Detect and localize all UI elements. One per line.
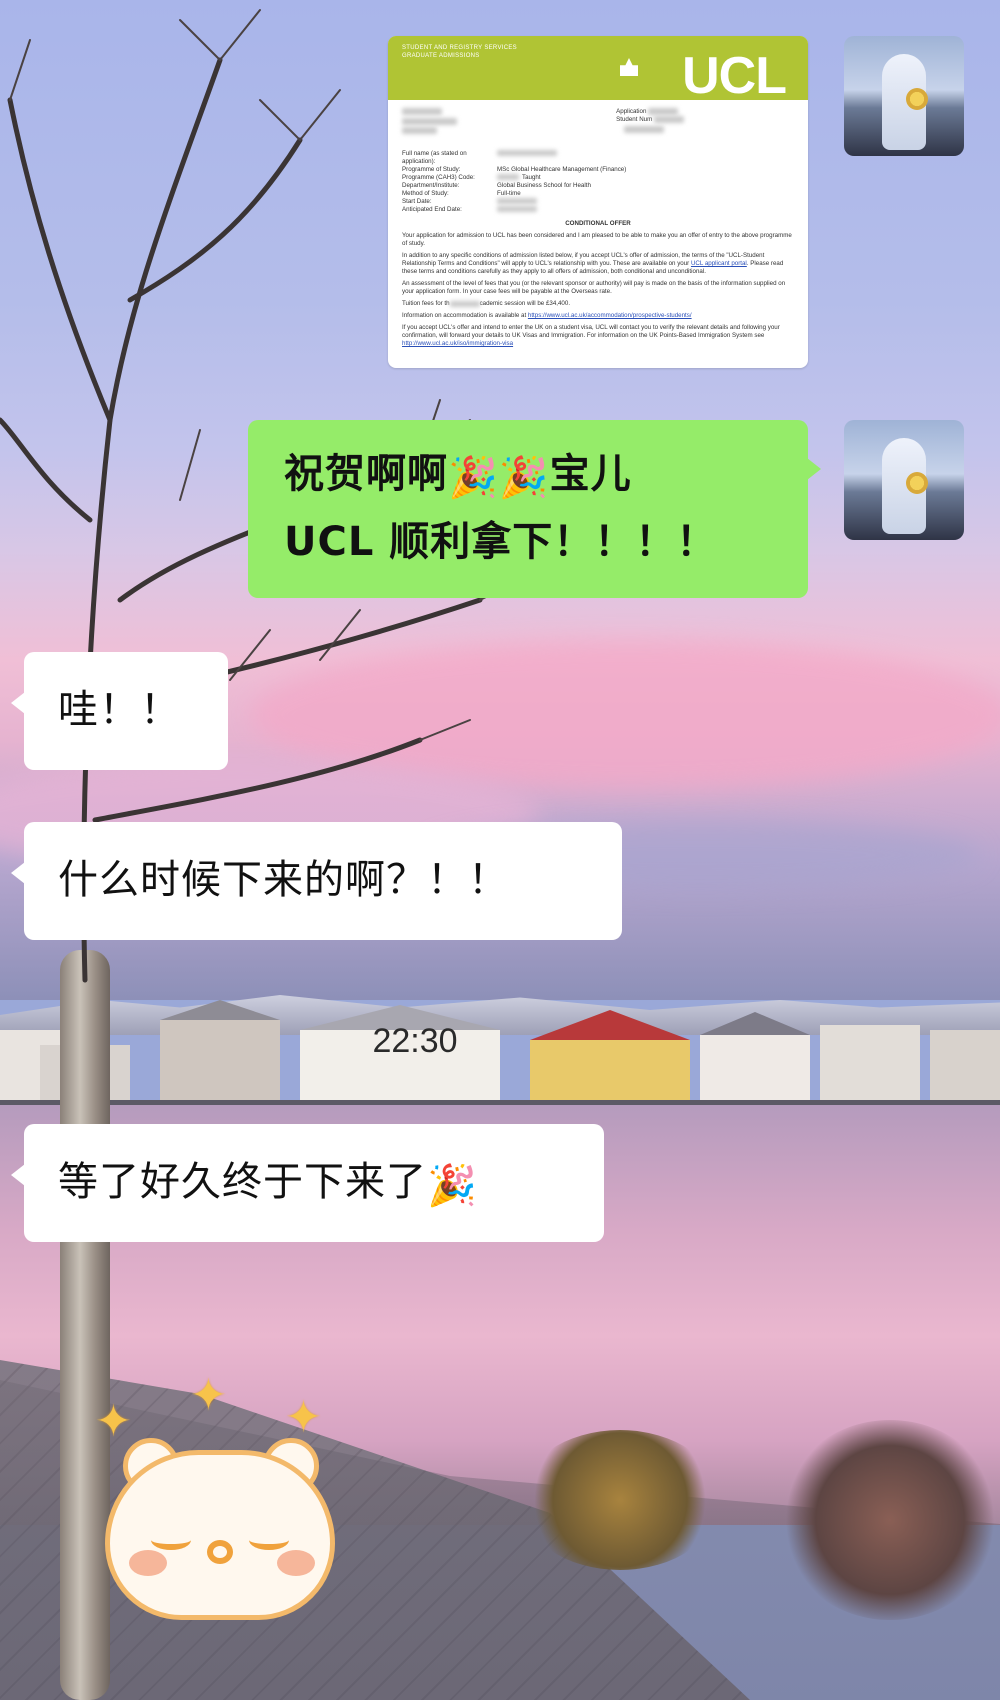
ucl-logo: UCL: [682, 47, 787, 105]
bear-face: [105, 1450, 335, 1620]
offer-paragraph: In addition to any specific conditions o…: [402, 252, 784, 276]
sparkle-bear-sticker[interactable]: ✦ ✦ ✦: [95, 1374, 345, 1630]
offer-field-row: Programme (CAH3) Code: Taught: [402, 174, 541, 182]
tuition-line: Tuition fees for th cademic session will …: [402, 300, 571, 308]
offer-field-row: Method of Study: Full-time: [402, 190, 521, 198]
accommodation-link: https://www.ucl.ac.uk/accommodation/pros…: [527, 312, 692, 320]
bear-eye: [151, 1530, 191, 1550]
offer-field-row: Programme of Study: MSc Global Healthcare…: [402, 166, 627, 174]
bear-cheek: [277, 1550, 315, 1576]
bear-mouth: [207, 1540, 233, 1564]
outgoing-message-bubble[interactable]: 祝贺啊啊🎉🎉宝儿 UCL 顺利拿下！！！！: [248, 420, 821, 598]
bear-cheek: [129, 1550, 167, 1576]
offer-field-row: Department/Institute: Global Business Sch…: [402, 182, 591, 190]
application-label: Application: [616, 108, 647, 116]
town-skyline: [0, 1000, 1000, 1110]
offer-field-row: Start Date:: [402, 198, 794, 206]
student-number-label: Student Num: [616, 116, 653, 124]
sparkle-icon: ✦: [95, 1396, 132, 1447]
offer-letter-header: STUDENT AND REGISTRY SERVICES GRADUATE A…: [388, 36, 808, 105]
offer-field-row: Anticipated End Date:: [402, 206, 794, 214]
incoming-message-bubble[interactable]: 什么时候下来的啊？！！: [11, 822, 622, 940]
message-timestamp: 22:30: [372, 1022, 458, 1060]
bear-eye: [249, 1530, 289, 1550]
message-text: 哇！！: [58, 687, 181, 733]
self-avatar[interactable]: [844, 420, 964, 540]
sparkle-icon: ✦: [285, 1392, 322, 1443]
incoming-message-bubble[interactable]: 哇！！: [11, 652, 228, 770]
avatar-flower: [906, 472, 928, 494]
offer-department: STUDENT AND REGISTRY SERVICES GRADUATE A…: [402, 44, 517, 60]
offer-paragraph: Your application for admission to UCL ha…: [402, 232, 792, 248]
offer-letter-image-message[interactable]: STUDENT AND REGISTRY SERVICES GRADUATE A…: [388, 36, 808, 368]
department-line-1: STUDENT AND REGISTRY SERVICES: [402, 45, 517, 51]
accommodation-line: Information on accommodation is availabl…: [402, 312, 692, 320]
message-text: UCL 顺利拿下！！！！: [284, 519, 718, 565]
offer-field-row: Full name (as stated on application):: [402, 150, 794, 166]
shrub: [520, 1430, 720, 1570]
visa-link: http://www.ucl.ac.uk/iso/immigration-vis…: [402, 340, 514, 348]
message-text: 什么时候下来的啊？！！: [58, 857, 509, 903]
self-avatar[interactable]: [844, 36, 964, 156]
incoming-message-bubble[interactable]: 等了好久终于下来了🎉: [11, 1124, 604, 1242]
party-popper-icon: 🎉: [427, 1163, 478, 1209]
visa-paragraph: If you accept UCL's offer and intend to …: [402, 324, 780, 348]
party-popper-icon: 🎉: [498, 455, 550, 501]
avatar-flower: [906, 88, 928, 110]
message-text: 祝贺啊啊🎉🎉宝儿: [284, 451, 632, 501]
ucl-dome-icon: [620, 58, 638, 76]
offer-paragraph: An assessment of the level of fees that …: [402, 280, 786, 296]
shrub: [780, 1420, 1000, 1620]
party-popper-icon: 🎉: [448, 455, 499, 501]
applicant-portal-link: UCL applicant portal: [690, 260, 747, 268]
message-text: 等了好久终于下来了🎉: [58, 1159, 478, 1209]
offer-title: CONDITIONAL OFFER: [565, 220, 631, 228]
offer-letter-body: Application Student Num Full name (as st…: [388, 100, 808, 360]
department-line-2: GRADUATE ADMISSIONS: [402, 53, 480, 59]
sparkle-icon: ✦: [190, 1370, 227, 1421]
